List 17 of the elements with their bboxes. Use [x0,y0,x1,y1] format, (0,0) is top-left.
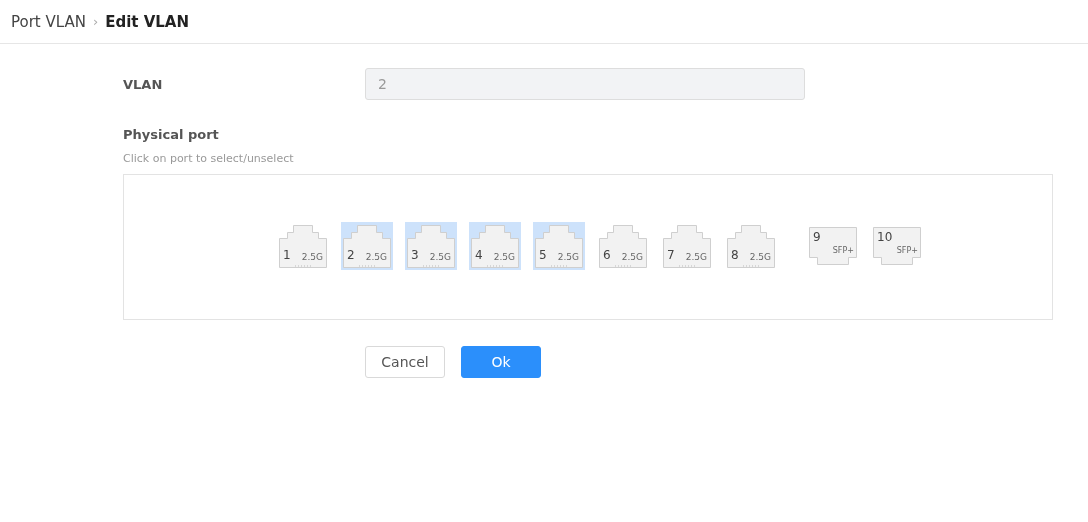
port-button[interactable]: 6 2.5G [597,222,649,270]
field-label: VLAN [123,76,164,92]
port-button[interactable]: 3 2.5G [405,222,457,270]
port-button[interactable]: 2 2.5G [341,222,393,270]
section-label: Physical port [123,127,220,142]
page-title: Edit VLAN [105,12,189,31]
port-button[interactable]: 7 2.5G [661,222,713,270]
port-button[interactable]: 10 SFP+ [871,225,923,267]
port-button[interactable]: 5 2.5G [533,222,585,270]
breadcrumb-link[interactable]: Port VLAN [11,12,86,31]
breadcrumb-separator: › [92,14,99,29]
port-button[interactable]: 8 2.5G [725,222,777,270]
hint-text: Click on port to select/unselect [123,152,295,165]
port-button[interactable]: 1 2.5G [277,222,329,270]
cancel-button[interactable]: Cancel [365,346,445,378]
port-button[interactable]: 9 SFP+ [807,225,859,267]
port-button[interactable]: 4 2.5G [469,222,521,270]
